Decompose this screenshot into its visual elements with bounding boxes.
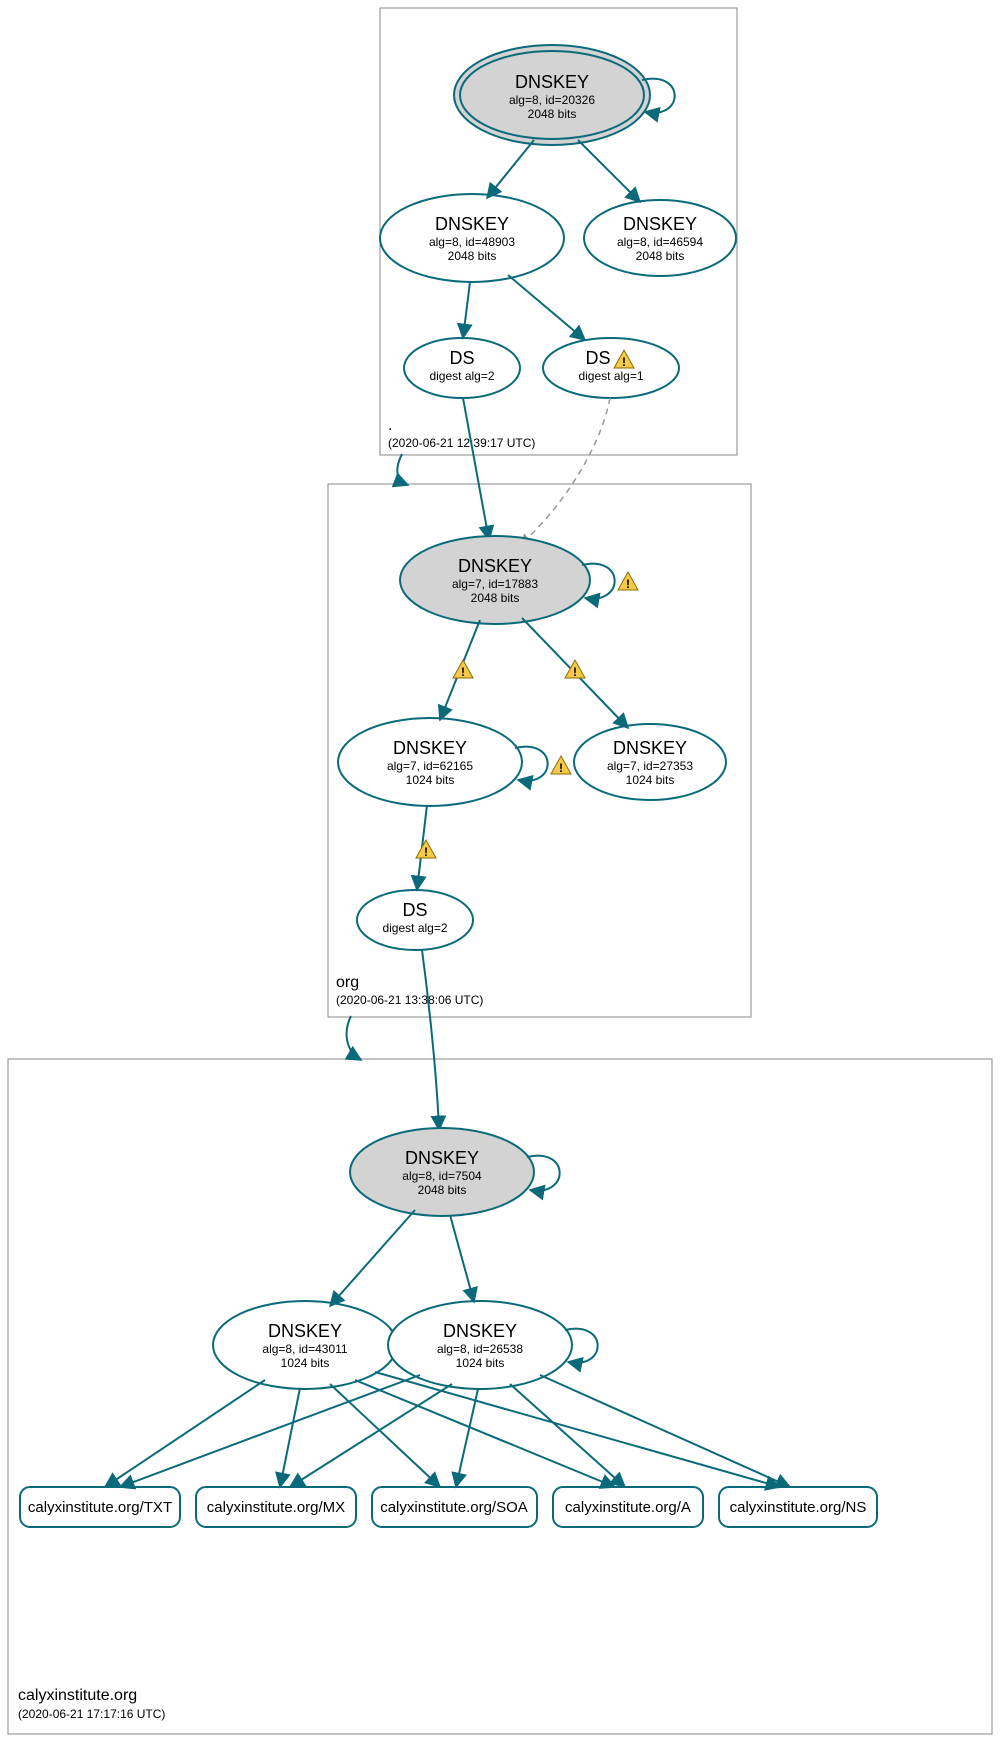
svg-text:!: ! [424,845,428,859]
edge-leafksk-zsk1 [330,1210,415,1306]
svg-text:DS: DS [402,900,427,920]
svg-text:alg=7, id=17883: alg=7, id=17883 [452,577,538,591]
svg-text:DS: DS [449,348,474,368]
svg-text:!: ! [626,577,630,591]
svg-text:calyxinstitute.org/TXT: calyxinstitute.org/TXT [28,1499,172,1516]
zone-leaf-name: calyxinstitute.org [18,1687,137,1704]
svg-text:DNSKEY: DNSKEY [435,214,509,234]
svg-text:digest alg=1: digest alg=1 [578,369,643,383]
edge-rootzsk1-ds2 [508,275,585,340]
svg-text:2048 bits: 2048 bits [471,591,520,605]
svg-text:2048 bits: 2048 bits [636,249,685,263]
svg-text:DNSKEY: DNSKEY [268,1321,342,1341]
warning-icon: ! [416,840,436,859]
svg-text:2048 bits: 2048 bits [448,249,497,263]
zone-org-date: (2020-06-21 13:38:06 UTC) [336,993,483,1007]
zone-root-date: (2020-06-21 12:39:17 UTC) [388,436,535,450]
svg-text:alg=7, id=27353: alg=7, id=27353 [607,759,693,773]
svg-text:DNSKEY: DNSKEY [623,214,697,234]
svg-text:1024 bits: 1024 bits [456,1356,505,1370]
svg-text:1024 bits: 1024 bits [281,1356,330,1370]
svg-text:alg=8, id=46594: alg=8, id=46594 [617,235,703,249]
warning-icon: ! [565,660,585,679]
svg-text:DNSKEY: DNSKEY [458,556,532,576]
zone-org-name: org [336,974,359,991]
node-ds-org [357,890,473,950]
svg-text:alg=8, id=43011: alg=8, id=43011 [262,1342,348,1356]
node-ds-root1 [404,338,520,398]
edge-dsorg-leafksk [422,950,439,1130]
edge-delegation-root-org [397,454,408,485]
edge-rootksk-zsk2 [578,140,640,202]
svg-text:1024 bits: 1024 bits [406,773,455,787]
svg-text:calyxinstitute.org/NS: calyxinstitute.org/NS [730,1499,867,1516]
svg-text:calyxinstitute.org/SOA: calyxinstitute.org/SOA [380,1499,528,1516]
svg-text:2048 bits: 2048 bits [418,1183,467,1197]
svg-text:alg=8, id=7504: alg=8, id=7504 [402,1169,482,1183]
zone-root-name: . [388,417,392,434]
edge-leafksk-zsk2 [450,1215,474,1302]
svg-text:DNSKEY: DNSKEY [405,1148,479,1168]
root-ksk-title: DNSKEY [515,72,589,92]
svg-text:digest alg=2: digest alg=2 [382,921,447,935]
svg-text:!: ! [622,355,626,369]
svg-text:1024 bits: 1024 bits [626,773,675,787]
root-ksk-alg: alg=8, id=20326 [509,93,595,107]
svg-text:digest alg=2: digest alg=2 [429,369,494,383]
svg-text:DNSKEY: DNSKEY [393,738,467,758]
edge-rootzsk1-ds1 [463,282,470,338]
svg-text:DNSKEY: DNSKEY [613,738,687,758]
warning-icon: ! [551,756,571,775]
node-ds-root2 [543,338,679,398]
edge-delegation-org-leaf [347,1016,361,1060]
edge-ds2-orgksk [520,398,610,545]
svg-text:DNSKEY: DNSKEY [443,1321,517,1341]
zone-leaf-date: (2020-06-21 17:17:16 UTC) [18,1707,165,1721]
svg-text:!: ! [559,761,563,775]
svg-text:calyxinstitute.org/MX: calyxinstitute.org/MX [207,1499,345,1516]
svg-text:alg=7, id=62165: alg=7, id=62165 [387,759,473,773]
dnssec-graph: DNSKEY alg=8, id=20326 2048 bits DNSKEY … [0,0,1000,1742]
svg-text:alg=8, id=48903: alg=8, id=48903 [429,235,515,249]
svg-text:!: ! [461,665,465,679]
warning-icon: ! [618,572,638,591]
edge-ds1-orgksk [463,398,489,540]
svg-text:DS: DS [585,348,610,368]
root-ksk-bits: 2048 bits [528,107,577,121]
svg-text:alg=8, id=26538: alg=8, id=26538 [437,1342,523,1356]
warning-icon: ! [453,660,473,679]
edge-rootksk-zsk1 [487,140,534,198]
svg-text:calyxinstitute.org/A: calyxinstitute.org/A [565,1499,691,1516]
svg-text:!: ! [573,665,577,679]
